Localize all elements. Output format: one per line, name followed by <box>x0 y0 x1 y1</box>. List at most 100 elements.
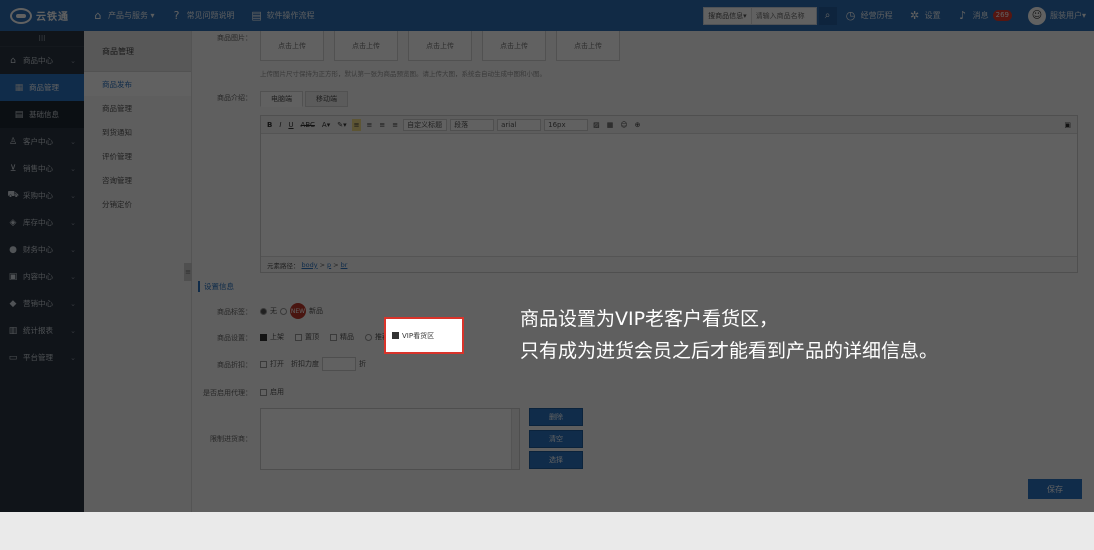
sidebar-item-sales[interactable]: ⊻ 销售中心 ⌄ <box>0 155 84 182</box>
submenu-item-reviews[interactable]: 评价管理 <box>84 144 191 168</box>
highlight-button[interactable]: ✎▾ <box>335 119 348 131</box>
search-button[interactable]: ⌕ <box>818 6 837 25</box>
settings-options: 上架 置顶 精品 推荐 <box>260 332 389 342</box>
submenu-collapse-handle[interactable]: ≡ <box>184 263 192 281</box>
underline-button[interactable]: U <box>286 119 295 131</box>
delete-button[interactable]: 删除 <box>529 408 583 426</box>
search-input[interactable] <box>751 7 816 24</box>
sidebar-item-product-manage[interactable]: ▦ 商品管理 <box>0 74 84 101</box>
upload-box-4[interactable]: 点击上传 <box>482 31 546 61</box>
vip-area-highlight[interactable]: VIP看货区 <box>384 317 464 354</box>
font-color-button[interactable]: A▾ <box>320 119 332 131</box>
callout-line-2: 只有成为进货会员之后才能看到产品的详细信息。 <box>520 340 939 362</box>
italic-button[interactable]: I <box>277 119 283 131</box>
sidebar-item-marketing[interactable]: ◆ 营销中心 ⌄ <box>0 290 84 317</box>
submenu-item-inquiry[interactable]: 咨询管理 <box>84 168 191 192</box>
media-icon[interactable]: ⊕ <box>633 119 643 131</box>
sidebar-toggle[interactable]: III <box>0 31 84 47</box>
nav-history[interactable]: ◷ 经营历程 <box>837 0 901 31</box>
featured-checkbox[interactable] <box>330 333 337 341</box>
page: 云铁通 ⌂ 产品与服务 ▾ ? 常见问题说明 ▤ 软件操作流程 搜商品信息▾ ⌕… <box>0 0 1094 550</box>
align-right-icon[interactable]: ≡ <box>377 119 387 131</box>
strikethrough-button[interactable]: ABC <box>299 119 317 131</box>
custom-title-select[interactable]: 自定义标题 <box>403 118 448 131</box>
help-icon: ? <box>173 9 180 22</box>
submenu-item-pricing[interactable]: 分销定价 <box>84 192 191 216</box>
upload-box-5[interactable]: 点击上传 <box>556 31 620 61</box>
nav-products-services[interactable]: ⌂ 产品与服务 ▾ <box>84 0 163 31</box>
top-checkbox[interactable] <box>295 333 302 341</box>
tab-desktop[interactable]: 电脑端 <box>260 91 303 107</box>
align-left-icon[interactable]: ≡ <box>351 118 362 131</box>
sidebar-item-platform[interactable]: ▭ 平台管理 ⌄ <box>0 344 84 371</box>
save-button[interactable]: 保存 <box>1028 479 1082 499</box>
submenu-item-publish[interactable]: 商品发布 <box>84 72 191 96</box>
sidebar-item-stats[interactable]: ▥ 统计报表 ⌄ <box>0 317 84 344</box>
align-center-icon[interactable]: ≡ <box>364 119 374 131</box>
bottom-strip <box>0 512 1094 550</box>
bold-button[interactable]: B <box>265 119 274 131</box>
dealer-list[interactable] <box>260 408 520 470</box>
user-menu[interactable]: ☺ 服装用户▾ <box>1020 0 1094 31</box>
image-label: 商品图片： <box>217 34 252 42</box>
chart-icon: ▥ <box>8 325 18 336</box>
logo[interactable]: 云铁通 <box>0 0 84 31</box>
upload-box-2[interactable]: 点击上传 <box>334 31 398 61</box>
cart-icon: ⊻ <box>9 163 17 174</box>
sidebar-item-basic-info[interactable]: ▤ 基础信息 <box>0 101 84 128</box>
nav-messages[interactable]: ♪ 消息 269 <box>949 0 1020 31</box>
recommend-label: 限制进货商： <box>210 435 252 443</box>
sidebar-item-purchase[interactable]: ⛟ 采购中心 ⌄ <box>0 182 84 209</box>
onshelf-checkbox[interactable] <box>260 333 267 341</box>
nav-settings[interactable]: ✲ 设置 <box>901 0 949 31</box>
recommend-checkbox[interactable] <box>365 333 372 341</box>
sidebar: III ⌂ 商品中心 ⌄ ▦ 商品管理 ▤ 基础信息 ♙ 客户中心 ⌄ ⊻ 销售… <box>0 31 84 512</box>
device-tabs: 电脑端 移动端 <box>260 91 348 107</box>
home-icon: ⌂ <box>10 55 16 66</box>
path-br-link[interactable]: br <box>341 261 348 269</box>
discount-input[interactable] <box>322 357 356 371</box>
chevron-down-icon: ⌄ <box>70 299 76 308</box>
submenu: 商品管理 商品发布 商品管理 到货通知 评价管理 咨询管理 分销定价 <box>84 31 192 512</box>
vip-area-label: VIP看货区 <box>402 331 435 340</box>
nav-guide[interactable]: ▤ 软件操作流程 <box>243 0 323 31</box>
select-button[interactable]: 选择 <box>529 451 583 469</box>
sidebar-item-finance[interactable]: ● 财务中心 ⌄ <box>0 236 84 263</box>
align-justify-icon[interactable]: ≡ <box>390 119 400 131</box>
search-type-select[interactable]: 搜商品信息▾ <box>704 7 752 24</box>
tab-mobile[interactable]: 移动端 <box>305 91 348 107</box>
box-icon: ▦ <box>14 82 24 93</box>
path-body-link[interactable]: body <box>302 261 318 269</box>
submenu-item-manage[interactable]: 商品管理 <box>84 96 191 120</box>
clear-button[interactable]: 清空 <box>529 430 583 448</box>
sidebar-item-inventory[interactable]: ◈ 库存中心 ⌄ <box>0 209 84 236</box>
rich-text-editor[interactable]: B I U ABC A▾ ✎▾ ≡ ≡ ≡ ≡ 自定义标题 段落 arial 1… <box>260 115 1078 273</box>
font-size-select[interactable]: 16px <box>544 118 589 131</box>
sidebar-item-customer[interactable]: ♙ 客户中心 ⌄ <box>0 128 84 155</box>
agent-enable-checkbox[interactable] <box>260 388 267 396</box>
settings-label: 商品设置： <box>217 334 252 342</box>
calendar-icon[interactable]: ▦ <box>605 119 616 131</box>
content-icon: ▣ <box>8 271 18 282</box>
top-bar: 云铁通 ⌂ 产品与服务 ▾ ? 常见问题说明 ▤ 软件操作流程 搜商品信息▾ ⌕… <box>0 0 1094 31</box>
dealer-list-scrollbar[interactable] <box>511 409 519 469</box>
path-p-link[interactable]: p <box>327 261 331 269</box>
paragraph-select[interactable]: 段落 <box>450 118 495 131</box>
discount-open-checkbox[interactable] <box>260 360 267 368</box>
tag-icon: ◆ <box>9 298 17 309</box>
tag-none-radio[interactable] <box>260 307 267 315</box>
font-family-select[interactable]: arial <box>497 118 542 131</box>
submenu-item-arrival[interactable]: 到货通知 <box>84 120 191 144</box>
message-count-badge: 269 <box>992 10 1012 21</box>
avatar: ☺ <box>1027 6 1046 25</box>
tag-new-radio[interactable] <box>280 307 287 315</box>
nav-faq[interactable]: ? 常见问题说明 <box>163 0 243 31</box>
sidebar-item-content[interactable]: ▣ 内容中心 ⌄ <box>0 263 84 290</box>
fullscreen-icon[interactable]: ▣ <box>1062 119 1073 131</box>
upload-box-3[interactable]: 点击上传 <box>408 31 472 61</box>
vip-area-checkbox[interactable] <box>392 332 399 339</box>
emotion-icon[interactable]: ☺ <box>618 119 629 131</box>
image-icon[interactable]: ▨ <box>591 119 602 131</box>
upload-box-1[interactable]: 点击上传 <box>260 31 324 61</box>
sidebar-item-product-center[interactable]: ⌂ 商品中心 ⌄ <box>0 47 84 74</box>
